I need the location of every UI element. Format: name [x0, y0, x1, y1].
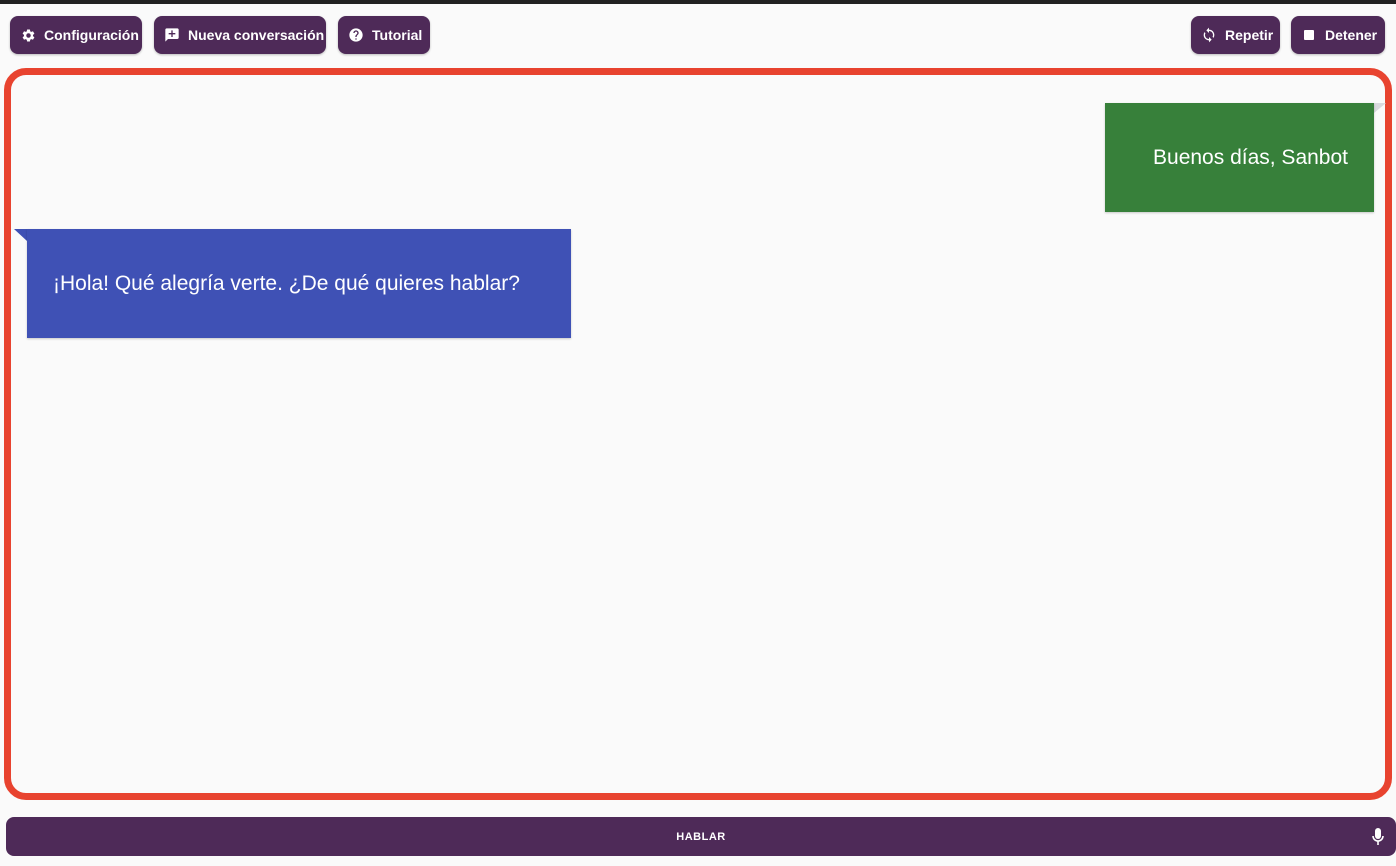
user-message-bubble: Buenos días, Sanbot	[1105, 103, 1374, 212]
repeat-label: Repetir	[1225, 27, 1274, 43]
sync-icon	[1201, 27, 1217, 43]
user-message-text: Buenos días, Sanbot	[1153, 145, 1348, 169]
microphone-icon	[1372, 828, 1384, 846]
help-circle-icon	[348, 27, 364, 43]
toolbar: Configuración Nueva conversación Tutoria…	[0, 16, 1396, 54]
new-conversation-label: Nueva conversación	[188, 27, 325, 43]
gear-icon	[20, 27, 36, 43]
status-bar-line	[0, 0, 1396, 4]
user-bubble-tail	[1374, 103, 1386, 113]
tutorial-button[interactable]: Tutorial	[338, 16, 430, 54]
speak-button[interactable]: HABLAR	[6, 817, 1396, 856]
configuration-label: Configuración	[44, 27, 139, 43]
stop-button[interactable]: Detener	[1291, 16, 1385, 54]
bot-message-bubble: ¡Hola! Qué alegría verte. ¿De qué quiere…	[27, 229, 571, 338]
tutorial-label: Tutorial	[372, 27, 423, 43]
speak-label: HABLAR	[676, 830, 726, 843]
add-comment-icon	[164, 27, 180, 43]
chat-panel[interactable]: Buenos días, Sanbot ¡Hola! Qué alegría v…	[4, 68, 1392, 800]
bot-bubble-tail	[14, 229, 27, 241]
bot-message-text: ¡Hola! Qué alegría verte. ¿De qué quiere…	[53, 271, 520, 295]
stop-label: Detener	[1325, 27, 1378, 43]
stop-icon	[1301, 27, 1317, 43]
repeat-button[interactable]: Repetir	[1191, 16, 1280, 54]
new-conversation-button[interactable]: Nueva conversación	[154, 16, 326, 54]
configuration-button[interactable]: Configuración	[10, 16, 142, 54]
